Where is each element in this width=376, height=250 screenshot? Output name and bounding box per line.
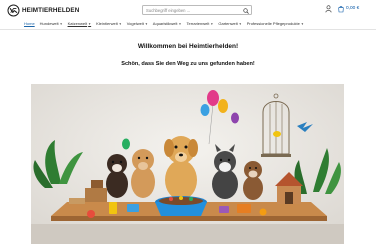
logo-text: HEIMTIERHELDEN: [22, 7, 80, 14]
nav-item-label: Professionelle Pflegeprodukte: [246, 21, 300, 26]
nav-item-kleintierwelt[interactable]: Kleintierwelt ▼: [96, 21, 122, 26]
nav-item-pflegeprodukte[interactable]: Professionelle Pflegeprodukte ▼: [247, 21, 304, 26]
toy-box: [127, 204, 139, 212]
nav-item-label: Home: [24, 21, 35, 26]
logo-mark-icon: [7, 4, 20, 17]
page-title: Willkommen bei Heimtierhelden!: [137, 43, 239, 50]
chevron-down-icon: ▼: [59, 21, 63, 26]
hero-image: [31, 84, 344, 244]
toy-box: [219, 206, 229, 213]
cart-icon[interactable]: [337, 5, 345, 13]
nav-item-label: Vogelwelt: [126, 21, 144, 26]
header-divider: [0, 29, 376, 30]
chevron-down-icon: ▼: [178, 21, 182, 26]
nav-item-vogelwelt[interactable]: Vogelwelt ▼: [127, 21, 148, 26]
chevron-down-icon: ▼: [210, 21, 214, 26]
page-subtitle: Schön, dass Sie den Weg zu uns gefunden …: [121, 61, 255, 67]
chevron-down-icon: ▼: [118, 21, 122, 26]
nav-item-gartenwelt[interactable]: Gartenwelt ▼: [218, 21, 241, 26]
nav-item-label: Gartenwelt: [218, 21, 238, 26]
logo[interactable]: HEIMTIERHELDEN: [7, 4, 79, 17]
chevron-down-icon: ▼: [88, 21, 92, 26]
chevron-down-icon: ▼: [238, 21, 242, 26]
food-bowl: [155, 196, 207, 216]
chevron-down-icon: ▼: [300, 21, 304, 26]
nav-item-home[interactable]: Home: [24, 21, 35, 26]
nav-item-aquaristikwelt[interactable]: Aquaristikwelt ▼: [153, 21, 182, 26]
nav-item-label: Terrarienwelt: [186, 21, 210, 26]
search-icon[interactable]: [243, 7, 249, 14]
search-input[interactable]: [146, 7, 241, 14]
nav-item-label: Hundewelt: [39, 21, 59, 26]
nav-item-label: Kleintierwelt: [96, 21, 118, 26]
chevron-down-icon: ▼: [144, 21, 148, 26]
main-nav: Home Hundewelt ▼ Katzenwelt ▼ Kleintierwel…: [24, 19, 309, 28]
cart-total[interactable]: 0,00 €: [346, 6, 359, 11]
treat-jar: [109, 202, 117, 214]
nav-item-terrarienwelt[interactable]: Terrarienwelt ▼: [186, 21, 213, 26]
user-icon[interactable]: [325, 5, 332, 13]
nav-item-katzenwelt[interactable]: Katzenwelt ▼: [68, 21, 92, 26]
nav-item-label: Aquaristikwelt: [152, 21, 178, 26]
toy-ball: [259, 208, 267, 216]
toy-box: [237, 204, 251, 213]
search-box[interactable]: [142, 5, 252, 15]
toy-ball: [87, 210, 95, 218]
site-header: HEIMTIERHELDEN 0,00 € Home Hundewelt▼ Ka…: [0, 0, 376, 28]
nav-item-label: Katzenwelt: [67, 21, 88, 26]
nav-item-hundewelt[interactable]: Hundewelt ▼: [40, 21, 63, 26]
